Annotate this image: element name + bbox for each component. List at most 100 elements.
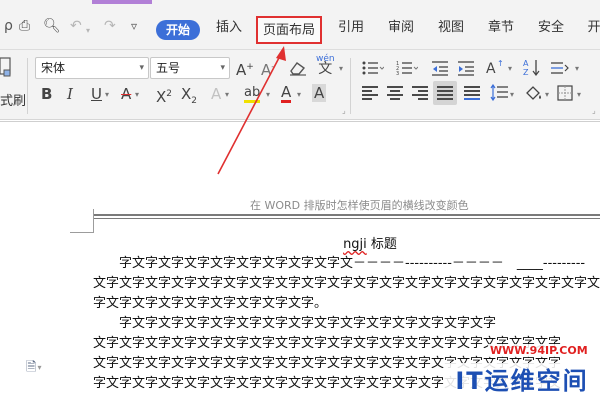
quick-access-fragment: ρ	[4, 18, 13, 34]
svg-text:↑: ↑	[497, 59, 504, 68]
highlight-button[interactable]: ab	[244, 85, 261, 103]
top-tab-bar: ρ ⎙ 🔍︎ ↶ ▾ ↷ ▿ 开始 插入 页面布局 引用 审阅 视图 章节 安全…	[0, 0, 600, 50]
distributed-align-icon[interactable]	[464, 86, 480, 100]
grow-font-button[interactable]: A+	[236, 58, 254, 79]
paragraph-line[interactable]: 字文字文字文字文字文字文字文字文字文字文字文字文字文字文字	[93, 314, 600, 334]
shrink-font-mark: -	[271, 62, 275, 72]
shrink-font-button[interactable]: A-	[261, 58, 275, 79]
font-dialog-launcher-icon[interactable]: ⌟	[342, 106, 346, 115]
customize-dropdown-icon[interactable]: ▿	[131, 18, 137, 34]
justify-button[interactable]	[433, 81, 457, 105]
chevron-down-icon[interactable]: ▾	[266, 90, 270, 99]
superscript-button[interactable]: X2	[156, 85, 172, 106]
pinyin-char: 文	[318, 61, 333, 77]
watermark-url: WWW.94IP.COM	[488, 344, 590, 357]
ribbon-toolbar: 式刷 宋体 ▾ 五号 ▾ A+ A- wén 文 ▾ B I U ▾ A ▾ X…	[0, 50, 600, 120]
redo-icon[interactable]: ↷	[104, 18, 116, 34]
font-name-select[interactable]: 宋体 ▾	[35, 57, 149, 79]
tab-review[interactable]: 审阅	[384, 17, 418, 39]
strikethrough-button[interactable]: A	[121, 85, 131, 103]
svg-text:A: A	[486, 61, 496, 76]
font-size-value: 五号	[156, 61, 181, 75]
pinyin-guide-button[interactable]: wén 文	[316, 54, 335, 76]
align-center-icon[interactable]	[387, 86, 403, 100]
document-map-icon[interactable]: 🗎▾	[26, 358, 41, 380]
change-case-icon[interactable]: A ↑	[485, 58, 507, 76]
clear-format-icon[interactable]	[289, 60, 307, 76]
page-header-text[interactable]: 在 WORD 排版时怎样使页眉的横线改变颜色	[250, 197, 469, 213]
chevron-down-icon[interactable]: ▾	[577, 90, 581, 99]
header-line-thick	[94, 214, 600, 216]
decrease-indent-icon[interactable]	[432, 60, 448, 76]
paragraph-dialog-launcher-icon[interactable]: ⌟	[592, 106, 596, 115]
format-painter-label[interactable]: 式刷	[0, 90, 26, 109]
group-separator	[350, 58, 351, 114]
tab-developer-partial[interactable]: 开	[586, 17, 600, 39]
grow-font-mark: +	[246, 62, 254, 72]
watermark-logo: IT运维空间	[444, 363, 600, 400]
align-left-icon[interactable]	[362, 86, 378, 100]
line-spacing-icon[interactable]	[490, 84, 508, 102]
document-title[interactable]: ngji 标题	[0, 233, 600, 252]
tab-view[interactable]: 视图	[434, 17, 468, 39]
header-line-thin	[94, 218, 600, 219]
chevron-down-icon[interactable]: ▾	[510, 90, 514, 99]
chevron-down-icon: ▾	[139, 63, 144, 73]
chevron-down-icon: ▾	[220, 63, 225, 73]
shrink-font-glyph: A	[261, 61, 272, 79]
font-size-select[interactable]: 五号 ▾	[150, 57, 230, 79]
borders-icon[interactable]	[557, 85, 573, 101]
undo-dropdown-icon[interactable]: ▾	[86, 23, 90, 39]
svg-text:A: A	[523, 59, 529, 68]
subscript-mark: 2	[191, 96, 198, 106]
italic-button[interactable]: I	[67, 85, 73, 103]
sort-icon[interactable]: A Z	[523, 58, 541, 76]
chevron-down-icon[interactable]: ▾	[575, 64, 579, 73]
shading-fill-icon[interactable]	[524, 84, 542, 102]
svg-text:Z: Z	[523, 68, 529, 76]
print-preview-icon[interactable]: 🔍︎	[43, 18, 61, 34]
underline-button[interactable]: U	[91, 85, 102, 103]
paragraph-line[interactable]: 文字文字文字文字文字文字文字文字文字文字文字文字文字文字文字文字文字文字文字文	[93, 274, 600, 294]
undo-icon[interactable]: ↶	[70, 18, 82, 34]
chevron-down-icon[interactable]: ▾	[508, 64, 512, 73]
format-painter-icon[interactable]	[0, 56, 16, 78]
increase-indent-icon[interactable]	[458, 60, 474, 76]
tab-security[interactable]: 安全	[534, 17, 568, 39]
show-hide-marks-icon[interactable]	[551, 60, 573, 76]
tab-insert[interactable]: 插入	[212, 17, 246, 39]
document-canvas[interactable]: 在 WORD 排版时怎样使页眉的横线改变颜色 ngji 标题 字文字文字文字文字…	[0, 121, 600, 400]
paragraph-line[interactable]: 字文字文字文字文字文字文字文字文字文－－－－----------－－－－ ___…	[93, 254, 600, 274]
tab-page-layout[interactable]: 页面布局	[256, 16, 322, 44]
align-right-icon[interactable]	[412, 86, 428, 100]
chevron-down-icon[interactable]: ▾	[225, 90, 229, 99]
tab-start[interactable]: 开始	[156, 20, 200, 40]
text-effect-button[interactable]: A	[211, 85, 221, 103]
char-shading-button[interactable]: A	[312, 84, 327, 102]
chevron-down-icon[interactable]: ▾	[135, 90, 139, 99]
subscript-button[interactable]: X2	[181, 85, 197, 110]
justify-icon	[437, 86, 453, 100]
font-name-value: 宋体	[41, 61, 66, 75]
tab-references[interactable]: 引用	[334, 17, 368, 39]
font-color-button[interactable]: A	[281, 85, 292, 103]
active-document-strip	[92, 0, 152, 4]
page-corner-marker	[70, 209, 94, 233]
bold-button[interactable]: B	[41, 85, 52, 103]
bullet-list-icon[interactable]	[362, 60, 384, 76]
svg-text:3: 3	[396, 71, 399, 76]
tab-chapter[interactable]: 章节	[484, 17, 518, 39]
chevron-down-icon[interactable]: ▾	[297, 90, 301, 99]
chevron-down-icon: ▾	[37, 363, 42, 372]
numbered-list-icon[interactable]: 1 2 3	[396, 60, 418, 76]
superscript-base: X	[156, 88, 167, 106]
chevron-down-icon[interactable]: ▾	[339, 64, 343, 73]
group-separator	[27, 58, 28, 114]
subscript-base: X	[181, 85, 192, 103]
superscript-mark: 2	[166, 89, 173, 99]
title-rest: 标题	[366, 237, 397, 252]
paragraph-line[interactable]: 字文字文字文字文字文字文字文字文字。	[93, 294, 600, 314]
chevron-down-icon[interactable]: ▾	[105, 90, 109, 99]
chevron-down-icon[interactable]: ▾	[545, 90, 549, 99]
printer-icon[interactable]: ⎙	[19, 18, 30, 34]
